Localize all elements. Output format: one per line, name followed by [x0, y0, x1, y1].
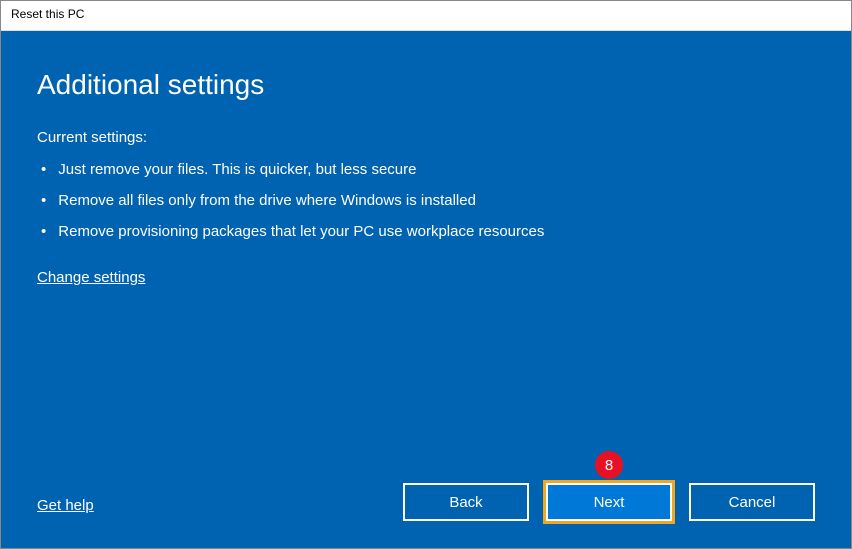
list-item: Remove all files only from the drive whe… — [41, 185, 815, 216]
next-button-highlight: 8 Next — [543, 480, 675, 524]
annotation-badge: 8 — [595, 451, 623, 479]
cancel-button[interactable]: Cancel — [689, 483, 815, 521]
back-button[interactable]: Back — [403, 483, 529, 521]
current-settings-label: Current settings: — [37, 129, 815, 146]
bottom-bar: Get help Back 8 Next Cancel — [37, 480, 815, 524]
page-heading: Additional settings — [37, 69, 815, 101]
content-area: Additional settings Current settings: Ju… — [1, 31, 851, 548]
change-settings-link[interactable]: Change settings — [37, 269, 145, 286]
list-item-text: Remove provisioning packages that let yo… — [58, 223, 544, 240]
button-row: Back 8 Next Cancel — [403, 480, 815, 524]
window-title: Reset this PC — [11, 7, 84, 21]
list-item-text: Remove all files only from the drive whe… — [58, 192, 476, 209]
list-item: Remove provisioning packages that let yo… — [41, 216, 815, 247]
reset-pc-window: Reset this PC Additional settings Curren… — [0, 0, 852, 549]
list-item: Just remove your files. This is quicker,… — [41, 154, 815, 185]
settings-list: Just remove your files. This is quicker,… — [37, 154, 815, 247]
window-titlebar: Reset this PC — [1, 1, 851, 31]
list-item-text: Just remove your files. This is quicker,… — [58, 161, 416, 178]
next-button[interactable]: Next — [546, 483, 672, 521]
get-help-link[interactable]: Get help — [37, 497, 94, 514]
